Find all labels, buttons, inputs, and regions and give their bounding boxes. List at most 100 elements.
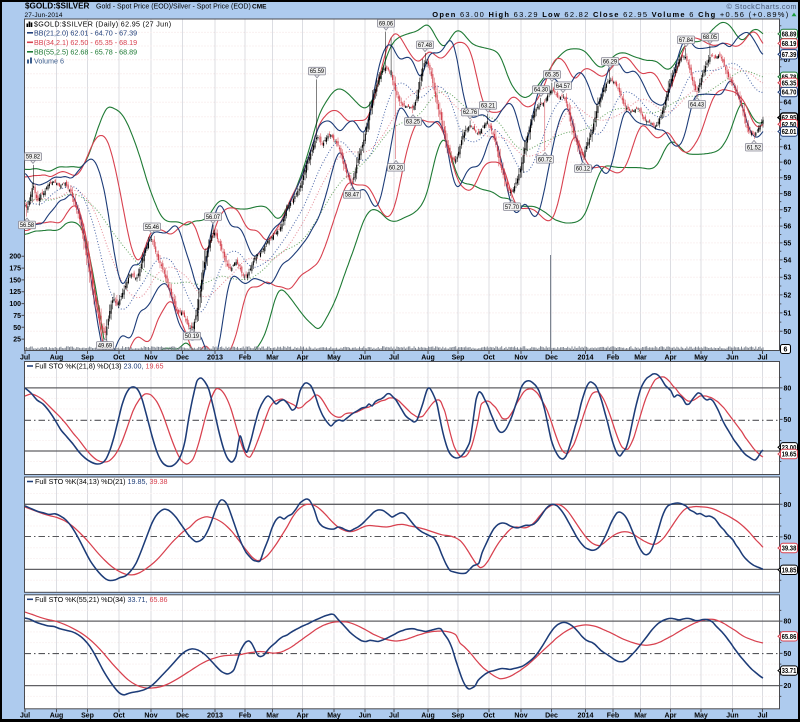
svg-text:62.76: 62.76 xyxy=(463,109,478,116)
svg-text:May: May xyxy=(694,713,708,720)
svg-text:68.19: 68.19 xyxy=(782,41,797,48)
svg-text:60.72: 60.72 xyxy=(538,156,553,163)
svg-text:125: 125 xyxy=(9,289,21,296)
svg-text:Nov: Nov xyxy=(144,713,157,720)
svg-text:Apr: Apr xyxy=(664,713,676,720)
svg-text:200: 200 xyxy=(9,254,21,261)
svg-text:57: 57 xyxy=(784,207,792,214)
svg-text:Sep: Sep xyxy=(452,713,465,720)
svg-text:19.85: 19.85 xyxy=(782,567,797,574)
svg-text:May: May xyxy=(327,713,341,720)
svg-text:Sep: Sep xyxy=(452,355,465,362)
svg-text:65.59: 65.59 xyxy=(310,68,325,75)
svg-text:64.43: 64.43 xyxy=(690,101,705,108)
svg-text:62.01: 62.01 xyxy=(782,129,797,136)
svg-text:2013: 2013 xyxy=(207,353,223,362)
svg-text:Feb: Feb xyxy=(607,355,619,362)
svg-text:Feb: Feb xyxy=(239,713,251,720)
svg-text:Jul: Jul xyxy=(389,713,399,720)
svg-text:150: 150 xyxy=(9,277,21,284)
svg-text:Apr: Apr xyxy=(296,355,308,362)
svg-text:Mar: Mar xyxy=(634,355,647,362)
svg-text:Dec: Dec xyxy=(545,713,558,720)
svg-text:55: 55 xyxy=(784,240,792,247)
svg-text:65.86: 65.86 xyxy=(782,634,797,641)
svg-text:Apr: Apr xyxy=(664,355,676,362)
svg-text:Oct: Oct xyxy=(113,713,125,720)
svg-text:6: 6 xyxy=(784,347,788,354)
svg-text:67.48: 67.48 xyxy=(418,42,433,49)
svg-text:Oct: Oct xyxy=(113,355,125,362)
svg-text:60: 60 xyxy=(784,160,792,167)
svg-text:50: 50 xyxy=(13,325,21,332)
svg-text:56: 56 xyxy=(784,224,792,231)
svg-text:59.82: 59.82 xyxy=(26,154,41,161)
svg-text:Mar: Mar xyxy=(266,355,279,362)
svg-text:Volume 6: Volume 6 xyxy=(34,57,64,66)
svg-text:Jun: Jun xyxy=(726,713,738,720)
svg-text:175: 175 xyxy=(9,266,21,273)
svg-text:63.25: 63.25 xyxy=(406,119,421,126)
svg-text:BB(55,2.5) 62.68 - 65.78 - 68.: BB(55,2.5) 62.68 - 65.78 - 68.89 xyxy=(34,48,137,57)
svg-text:Dec: Dec xyxy=(176,355,189,362)
svg-text:50: 50 xyxy=(784,534,792,541)
svg-text:Oct: Oct xyxy=(483,713,495,720)
svg-text:67.84: 67.84 xyxy=(679,37,694,44)
svg-text:May: May xyxy=(694,355,708,362)
svg-text:20: 20 xyxy=(784,683,792,690)
svg-text:63.21: 63.21 xyxy=(481,103,496,110)
svg-text:61: 61 xyxy=(784,144,792,151)
svg-text:58: 58 xyxy=(784,191,792,198)
svg-text:80: 80 xyxy=(784,619,792,626)
svg-text:Dec: Dec xyxy=(176,713,189,720)
svg-text:Gold - Spot Price (EOD)/Silver: Gold - Spot Price (EOD)/Silver - Spot Pr… xyxy=(96,4,251,11)
svg-text:Open 63.00 High 63.29 Low 62.8: Open 63.00 High 63.29 Low 62.82 Close 62… xyxy=(432,10,789,19)
svg-text:Dec: Dec xyxy=(545,355,558,362)
svg-text:Nov: Nov xyxy=(514,355,527,362)
svg-text:67.39: 67.39 xyxy=(782,52,797,59)
svg-text:50.19: 50.19 xyxy=(185,333,200,340)
svg-text:Oct: Oct xyxy=(483,355,495,362)
svg-text:Nov: Nov xyxy=(514,713,527,720)
svg-text:53: 53 xyxy=(784,275,792,282)
svg-text:59: 59 xyxy=(784,175,792,182)
svg-text:$GOLD:$SILVER: $GOLD:$SILVER xyxy=(25,2,90,11)
svg-text:61.52: 61.52 xyxy=(747,144,762,151)
svg-text:54: 54 xyxy=(784,257,792,264)
svg-text:Jun: Jun xyxy=(359,355,371,362)
svg-text:Full STO %K(21,8) %D(13) 23.00: Full STO %K(21,8) %D(13) 23.00, 19.65 xyxy=(35,362,164,371)
svg-text:68.89: 68.89 xyxy=(782,32,797,39)
svg-text:Feb: Feb xyxy=(239,355,251,362)
svg-text:80: 80 xyxy=(784,502,792,509)
svg-text:33.71: 33.71 xyxy=(782,668,797,675)
svg-text:64: 64 xyxy=(784,100,792,107)
svg-text:65.35: 65.35 xyxy=(782,80,797,87)
svg-text:56.07: 56.07 xyxy=(206,214,221,221)
svg-text:64.70: 64.70 xyxy=(782,90,797,97)
svg-text:50: 50 xyxy=(784,417,792,424)
svg-text:Jul: Jul xyxy=(20,355,30,362)
svg-text:Jul: Jul xyxy=(757,355,767,362)
svg-text:Nov: Nov xyxy=(144,355,157,362)
svg-text:68.05: 68.05 xyxy=(703,34,718,41)
svg-text:Full STO %K(55,21) %D(34) 33.7: Full STO %K(55,21) %D(34) 33.71, 65.86 xyxy=(35,595,168,604)
svg-text:2014: 2014 xyxy=(578,353,594,362)
svg-text:Aug: Aug xyxy=(50,355,64,362)
svg-text:56.58: 56.58 xyxy=(20,222,35,229)
svg-text:39.38: 39.38 xyxy=(782,546,797,553)
svg-text:Sep: Sep xyxy=(81,355,94,362)
svg-text:Jul: Jul xyxy=(389,355,399,362)
svg-text:75: 75 xyxy=(13,313,21,320)
svg-text:57.70: 57.70 xyxy=(505,204,520,211)
svg-text:64.30: 64.30 xyxy=(534,87,549,94)
svg-text:Mar: Mar xyxy=(634,713,647,720)
svg-text:2014: 2014 xyxy=(578,711,594,720)
svg-text:52: 52 xyxy=(784,292,792,299)
svg-text:64.57: 64.57 xyxy=(556,83,571,90)
svg-text:25: 25 xyxy=(13,337,21,344)
svg-text:49.69: 49.69 xyxy=(98,343,113,350)
svg-text:80: 80 xyxy=(784,385,792,392)
svg-text:Sep: Sep xyxy=(81,713,94,720)
svg-text:Aug: Aug xyxy=(421,713,435,720)
svg-text:58.47: 58.47 xyxy=(345,192,360,199)
